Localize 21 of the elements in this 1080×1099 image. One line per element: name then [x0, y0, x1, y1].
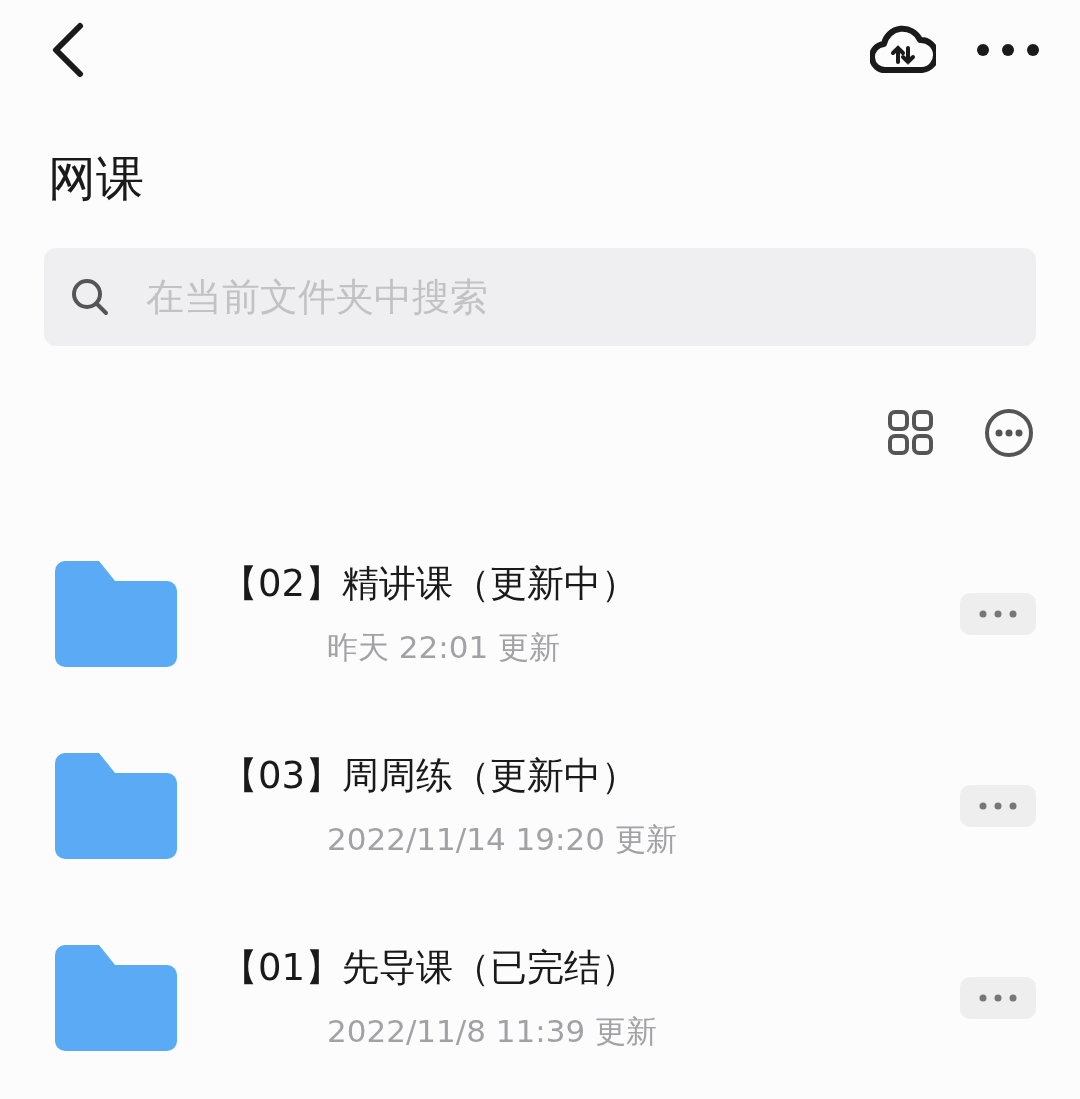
folder-title: 网课 [48, 149, 145, 208]
grid-view-icon[interactable] [888, 410, 934, 456]
row-more-button[interactable] [960, 977, 1036, 1019]
search-icon [70, 277, 110, 317]
more-icon[interactable] [976, 43, 1040, 57]
file-name[interactable]: 【03】周周练（更新中） [221, 751, 960, 801]
update-time: 2022/11/14 19:20 更新 [327, 820, 678, 859]
folder-icon [55, 753, 177, 859]
update-time: 昨天 22:01 更新 [327, 628, 562, 667]
more-icon [979, 610, 1017, 618]
folder-icon [55, 561, 177, 667]
update-time: 2022/11/8 11:39 更新 [327, 1012, 658, 1051]
row-more-button[interactable] [960, 785, 1036, 827]
file-name[interactable]: 【01】先导课（已完结） [221, 943, 960, 993]
folder-icon [55, 945, 177, 1051]
more-options-icon[interactable] [984, 408, 1034, 458]
more-icon [979, 802, 1017, 810]
row-more-button[interactable] [960, 593, 1036, 635]
cloud-icon[interactable] [870, 24, 936, 76]
file-name[interactable]: 【02】精讲课（更新中） [221, 559, 960, 609]
more-icon [979, 994, 1017, 1002]
